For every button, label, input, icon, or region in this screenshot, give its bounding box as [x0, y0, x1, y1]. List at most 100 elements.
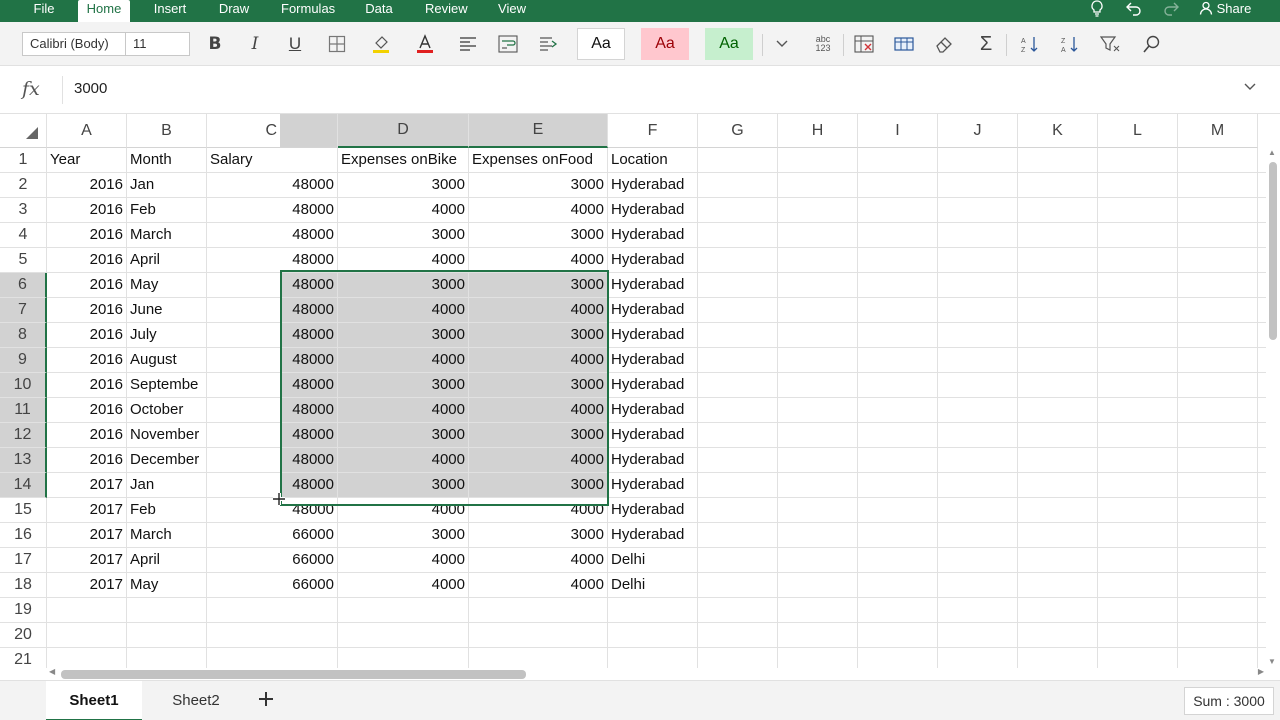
column-header-g[interactable]: G: [698, 114, 778, 148]
cell-l20[interactable]: [1098, 623, 1178, 647]
cell-g4[interactable]: [698, 223, 778, 247]
cell-h17[interactable]: [778, 548, 858, 572]
cell-i10[interactable]: [858, 373, 938, 397]
cell-g14[interactable]: [698, 473, 778, 497]
scroll-down-icon[interactable]: ▼: [1268, 657, 1276, 666]
cell-a12[interactable]: 2016: [47, 423, 127, 447]
merge-center-icon[interactable]: [533, 30, 563, 58]
cell-h21[interactable]: [778, 648, 858, 668]
cell-k1[interactable]: [1018, 148, 1098, 172]
horizontal-scrollbar[interactable]: ◀ ▶: [47, 667, 1266, 680]
style-good[interactable]: Aa: [705, 28, 753, 60]
cell-m5[interactable]: [1178, 248, 1258, 272]
cell-k14[interactable]: [1018, 473, 1098, 497]
cell-a17[interactable]: 2017: [47, 548, 127, 572]
cell-i8[interactable]: [858, 323, 938, 347]
cell-f10[interactable]: Hyderabad: [608, 373, 698, 397]
row-header-2[interactable]: 2: [0, 173, 47, 198]
cell-k12[interactable]: [1018, 423, 1098, 447]
redo-icon[interactable]: [1163, 0, 1181, 22]
cell-m21[interactable]: [1178, 648, 1258, 668]
cell-j19[interactable]: [938, 598, 1018, 622]
cell-b4[interactable]: March: [127, 223, 207, 247]
cell-c10[interactable]: 48000: [207, 373, 338, 397]
cell-h13[interactable]: [778, 448, 858, 472]
cell-a15[interactable]: 2017: [47, 498, 127, 522]
cell-k11[interactable]: [1018, 398, 1098, 422]
lightbulb-icon[interactable]: [1090, 0, 1106, 22]
scroll-left-icon[interactable]: ◀: [49, 667, 55, 676]
cell-l2[interactable]: [1098, 173, 1178, 197]
cell-b1[interactable]: Month: [127, 148, 207, 172]
cell-j18[interactable]: [938, 573, 1018, 597]
cell-d11[interactable]: 4000: [338, 398, 469, 422]
cell-h11[interactable]: [778, 398, 858, 422]
cell-a21[interactable]: [47, 648, 127, 668]
cell-c19[interactable]: [207, 598, 338, 622]
cell-g2[interactable]: [698, 173, 778, 197]
cell-i21[interactable]: [858, 648, 938, 668]
cell-h1[interactable]: [778, 148, 858, 172]
cell-e4[interactable]: 3000: [469, 223, 608, 247]
cell-k6[interactable]: [1018, 273, 1098, 297]
fill-color-icon[interactable]: [366, 30, 396, 58]
share-button[interactable]: Share: [1199, 0, 1255, 22]
cell-a13[interactable]: 2016: [47, 448, 127, 472]
row-header-17[interactable]: 17: [0, 548, 47, 573]
formula-input[interactable]: 3000: [74, 80, 107, 97]
cell-e7[interactable]: 4000: [469, 298, 608, 322]
cell-e3[interactable]: 4000: [469, 198, 608, 222]
cell-e16[interactable]: 3000: [469, 523, 608, 547]
row-header-10[interactable]: 10: [0, 373, 47, 398]
scroll-up-icon[interactable]: ▲: [1268, 148, 1276, 157]
cell-g6[interactable]: [698, 273, 778, 297]
column-header-j[interactable]: J: [938, 114, 1018, 148]
style-bad[interactable]: Aa: [641, 28, 689, 60]
cell-a9[interactable]: 2016: [47, 348, 127, 372]
cell-j21[interactable]: [938, 648, 1018, 668]
cell-i15[interactable]: [858, 498, 938, 522]
cell-d19[interactable]: [338, 598, 469, 622]
cell-f11[interactable]: Hyderabad: [608, 398, 698, 422]
horizontal-scroll-thumb[interactable]: [61, 670, 526, 679]
cell-h3[interactable]: [778, 198, 858, 222]
cell-g3[interactable]: [698, 198, 778, 222]
wrap-text-icon[interactable]: [493, 30, 523, 58]
column-header-h[interactable]: H: [778, 114, 858, 148]
cell-l18[interactable]: [1098, 573, 1178, 597]
cell-k20[interactable]: [1018, 623, 1098, 647]
row-header-3[interactable]: 3: [0, 198, 47, 223]
cell-h2[interactable]: [778, 173, 858, 197]
row-header-6[interactable]: 6: [0, 273, 47, 298]
sheet-tab-sheet2[interactable]: Sheet2: [146, 681, 246, 720]
cell-e12[interactable]: 3000: [469, 423, 608, 447]
cell-m12[interactable]: [1178, 423, 1258, 447]
cell-b5[interactable]: April: [127, 248, 207, 272]
filter-icon[interactable]: [1095, 30, 1125, 58]
cell-e21[interactable]: [469, 648, 608, 668]
cell-e1[interactable]: Expenses onFood: [469, 148, 608, 172]
cell-j12[interactable]: [938, 423, 1018, 447]
cell-j6[interactable]: [938, 273, 1018, 297]
cell-g20[interactable]: [698, 623, 778, 647]
cell-b9[interactable]: August: [127, 348, 207, 372]
align-left-icon[interactable]: [453, 30, 483, 58]
cell-j9[interactable]: [938, 348, 1018, 372]
cell-g16[interactable]: [698, 523, 778, 547]
cell-i6[interactable]: [858, 273, 938, 297]
cell-d16[interactable]: 3000: [338, 523, 469, 547]
menu-home[interactable]: Home: [78, 0, 130, 22]
sort-descending-icon[interactable]: ZA: [1055, 30, 1085, 58]
cell-h10[interactable]: [778, 373, 858, 397]
column-header-i[interactable]: I: [858, 114, 938, 148]
cell-i20[interactable]: [858, 623, 938, 647]
format-cells-icon[interactable]: [889, 30, 919, 58]
search-icon[interactable]: [1137, 30, 1167, 58]
cell-c2[interactable]: 48000: [207, 173, 338, 197]
cell-a3[interactable]: 2016: [47, 198, 127, 222]
clear-eraser-icon[interactable]: [929, 30, 959, 58]
font-color-icon[interactable]: [410, 30, 440, 58]
cell-h9[interactable]: [778, 348, 858, 372]
cell-j14[interactable]: [938, 473, 1018, 497]
underline-button[interactable]: U: [280, 30, 310, 58]
